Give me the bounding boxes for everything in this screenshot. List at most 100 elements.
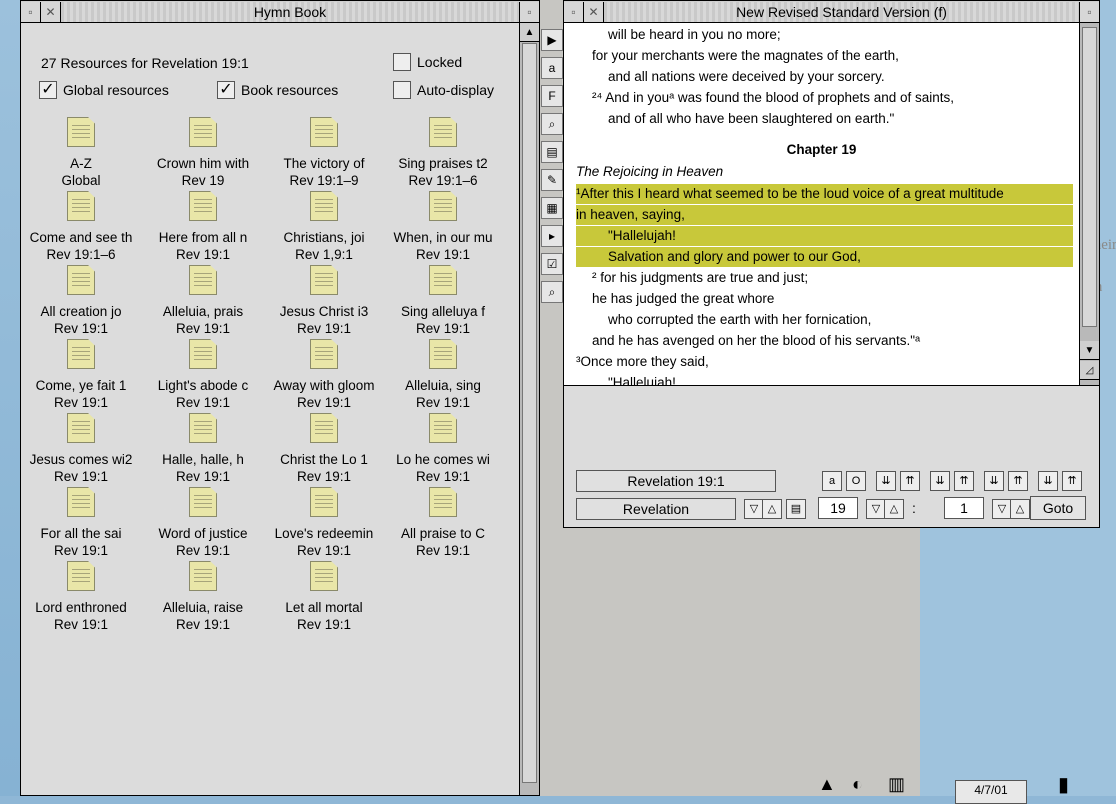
document-icon[interactable] [310, 117, 338, 147]
document-icon[interactable] [67, 265, 95, 295]
resource-item[interactable]: Lo he comes wi Rev 19:1 [383, 413, 503, 485]
resource-item[interactable]: A-Z Global [21, 117, 141, 189]
nav-tool-button[interactable]: ⇊ [1038, 471, 1058, 491]
verse-down-icon[interactable]: ▽ [992, 499, 1012, 519]
play-icon[interactable]: ▸ [541, 225, 563, 247]
resource-item[interactable]: Alleluia, prais Rev 19:1 [143, 265, 263, 337]
nav-tool-button[interactable]: ⇊ [984, 471, 1004, 491]
resource-item[interactable]: Lord enthroned Rev 19:1 [21, 561, 141, 633]
home-icon[interactable]: ▲ [818, 774, 836, 795]
resource-item[interactable]: Away with gloom Rev 19:1 [264, 339, 384, 411]
scroll-down-icon[interactable]: ▼ [1080, 341, 1099, 360]
nav-tool-button[interactable]: O [846, 471, 866, 491]
document-icon[interactable] [429, 339, 457, 369]
book-up-icon[interactable]: △ [762, 499, 782, 519]
resource-item[interactable]: Love's redeemin Rev 19:1 [264, 487, 384, 559]
locked-checkbox[interactable] [393, 53, 411, 71]
disc-icon[interactable]: ◐ [852, 774, 863, 795]
nav-tool-button[interactable]: ⇊ [876, 471, 896, 491]
document-icon[interactable] [310, 265, 338, 295]
auto-display-checkbox[interactable] [393, 81, 411, 99]
verse-input[interactable]: 1 [944, 497, 984, 519]
resource-item[interactable]: Come and see th Rev 19:1–6 [21, 191, 141, 263]
computer-icon[interactable]: ▮ [1058, 772, 1069, 797]
resource-item[interactable]: All creation jo Rev 19:1 [21, 265, 141, 337]
nav-tool-button[interactable]: ⇈ [954, 471, 974, 491]
resource-item[interactable]: Sing alleluya f Rev 19:1 [383, 265, 503, 337]
hymn-book-window[interactable]: ▫ ✕ Hymn Book ▫ 27 Resources for Revelat… [20, 0, 540, 796]
nav-tool-button[interactable]: ⇈ [1008, 471, 1028, 491]
scripture-text[interactable]: will be heard in you no more; for your me… [564, 23, 1079, 385]
document-icon[interactable] [189, 117, 217, 147]
resource-item[interactable]: All praise to C Rev 19:1 [383, 487, 503, 559]
zoom-icon[interactable]: ⌕ [541, 281, 563, 303]
resource-item[interactable]: Here from all n Rev 19:1 [143, 191, 263, 263]
resource-item[interactable]: Word of justice Rev 19:1 [143, 487, 263, 559]
document-icon[interactable] [67, 117, 95, 147]
resource-item[interactable]: Christ the Lo 1 Rev 19:1 [264, 413, 384, 485]
document-icon[interactable] [429, 117, 457, 147]
document-icon[interactable] [429, 487, 457, 517]
nav-tool-button[interactable]: ⇊ [930, 471, 950, 491]
notes-icon[interactable]: ▦ [541, 197, 563, 219]
document-icon[interactable] [67, 339, 95, 369]
toggle-size-icon[interactable]: ▫ [1079, 1, 1099, 22]
resource-item[interactable]: Let all mortal Rev 19:1 [264, 561, 384, 633]
document-icon[interactable] [67, 561, 95, 591]
resource-item[interactable]: Light's abode c Rev 19:1 [143, 339, 263, 411]
resource-item[interactable]: Halle, halle, h Rev 19:1 [143, 413, 263, 485]
document-icon[interactable] [429, 265, 457, 295]
scroll-up-icon[interactable]: ▲ [520, 23, 539, 42]
document-icon[interactable] [189, 191, 217, 221]
lexicon-icon[interactable]: a [541, 57, 563, 79]
chapter-down-icon[interactable]: ▽ [866, 499, 886, 519]
document-icon[interactable] [310, 339, 338, 369]
scroll-thumb[interactable] [522, 43, 537, 783]
resource-item[interactable]: Jesus comes wi2 Rev 19:1 [21, 413, 141, 485]
document-icon[interactable] [67, 487, 95, 517]
font-icon[interactable]: F [541, 85, 563, 107]
document-icon[interactable] [67, 413, 95, 443]
document-icon[interactable] [189, 561, 217, 591]
checklist-icon[interactable]: ☑ [541, 253, 563, 275]
chapter-up-icon[interactable]: △ [884, 499, 904, 519]
resource-item[interactable]: For all the sai Rev 19:1 [21, 487, 141, 559]
book-resources-checkbox[interactable]: ✓ [217, 81, 235, 99]
goto-button[interactable]: Goto [1030, 496, 1086, 520]
resource-item[interactable]: Alleluia, sing Rev 19:1 [383, 339, 503, 411]
document-icon[interactable] [310, 413, 338, 443]
global-resources-checkbox[interactable]: ✓ [39, 81, 57, 99]
auto-display-option[interactable]: Auto-display [393, 81, 494, 99]
hymn-titlebar[interactable]: ▫ ✕ Hymn Book ▫ [21, 1, 539, 23]
book-icon[interactable]: ▤ [541, 141, 563, 163]
document-icon[interactable] [310, 191, 338, 221]
toggle-size-icon[interactable]: ▫ [519, 1, 539, 22]
document-icon[interactable] [429, 413, 457, 443]
nav-tool-button[interactable]: ⇈ [900, 471, 920, 491]
arrow-icon[interactable]: ▶ [541, 29, 563, 51]
resource-item[interactable]: Sing praises t2 Rev 19:1–6 [383, 117, 503, 189]
nav-tool-button[interactable]: ⇈ [1062, 471, 1082, 491]
close-icon[interactable]: ✕ [41, 1, 61, 22]
resource-item[interactable]: Come, ye fait 1 Rev 19:1 [21, 339, 141, 411]
bible-scrollbar[interactable]: ▼ ◿ [1079, 23, 1099, 385]
bible-window[interactable]: ▫ ✕ New Revised Standard Version (f) ▫ ▶… [541, 0, 1100, 528]
book-field[interactable]: Revelation [576, 498, 736, 520]
document-icon[interactable] [189, 339, 217, 369]
book-down-icon[interactable]: ▽ [744, 499, 764, 519]
bible-titlebar[interactable]: ▫ ✕ New Revised Standard Version (f) ▫ [564, 1, 1099, 23]
document-icon[interactable] [189, 487, 217, 517]
locked-option[interactable]: Locked [393, 53, 462, 71]
resource-item[interactable]: The victory of Rev 19:1–9 [264, 117, 384, 189]
close-icon[interactable]: ✕ [584, 1, 604, 22]
resource-item[interactable]: Crown him with Rev 19 [143, 117, 263, 189]
resource-item[interactable]: When, in our mu Rev 19:1 [383, 191, 503, 263]
hymn-scrollbar[interactable]: ▲ [519, 23, 539, 795]
document-icon[interactable] [310, 487, 338, 517]
document-icon[interactable] [189, 413, 217, 443]
edit-icon[interactable]: ✎ [541, 169, 563, 191]
book-resources-option[interactable]: ✓ Book resources [217, 81, 338, 99]
book-list-icon[interactable]: ▤ [786, 499, 806, 519]
search-icon[interactable]: ⌕ [541, 113, 563, 135]
verse-up-icon[interactable]: △ [1010, 499, 1030, 519]
